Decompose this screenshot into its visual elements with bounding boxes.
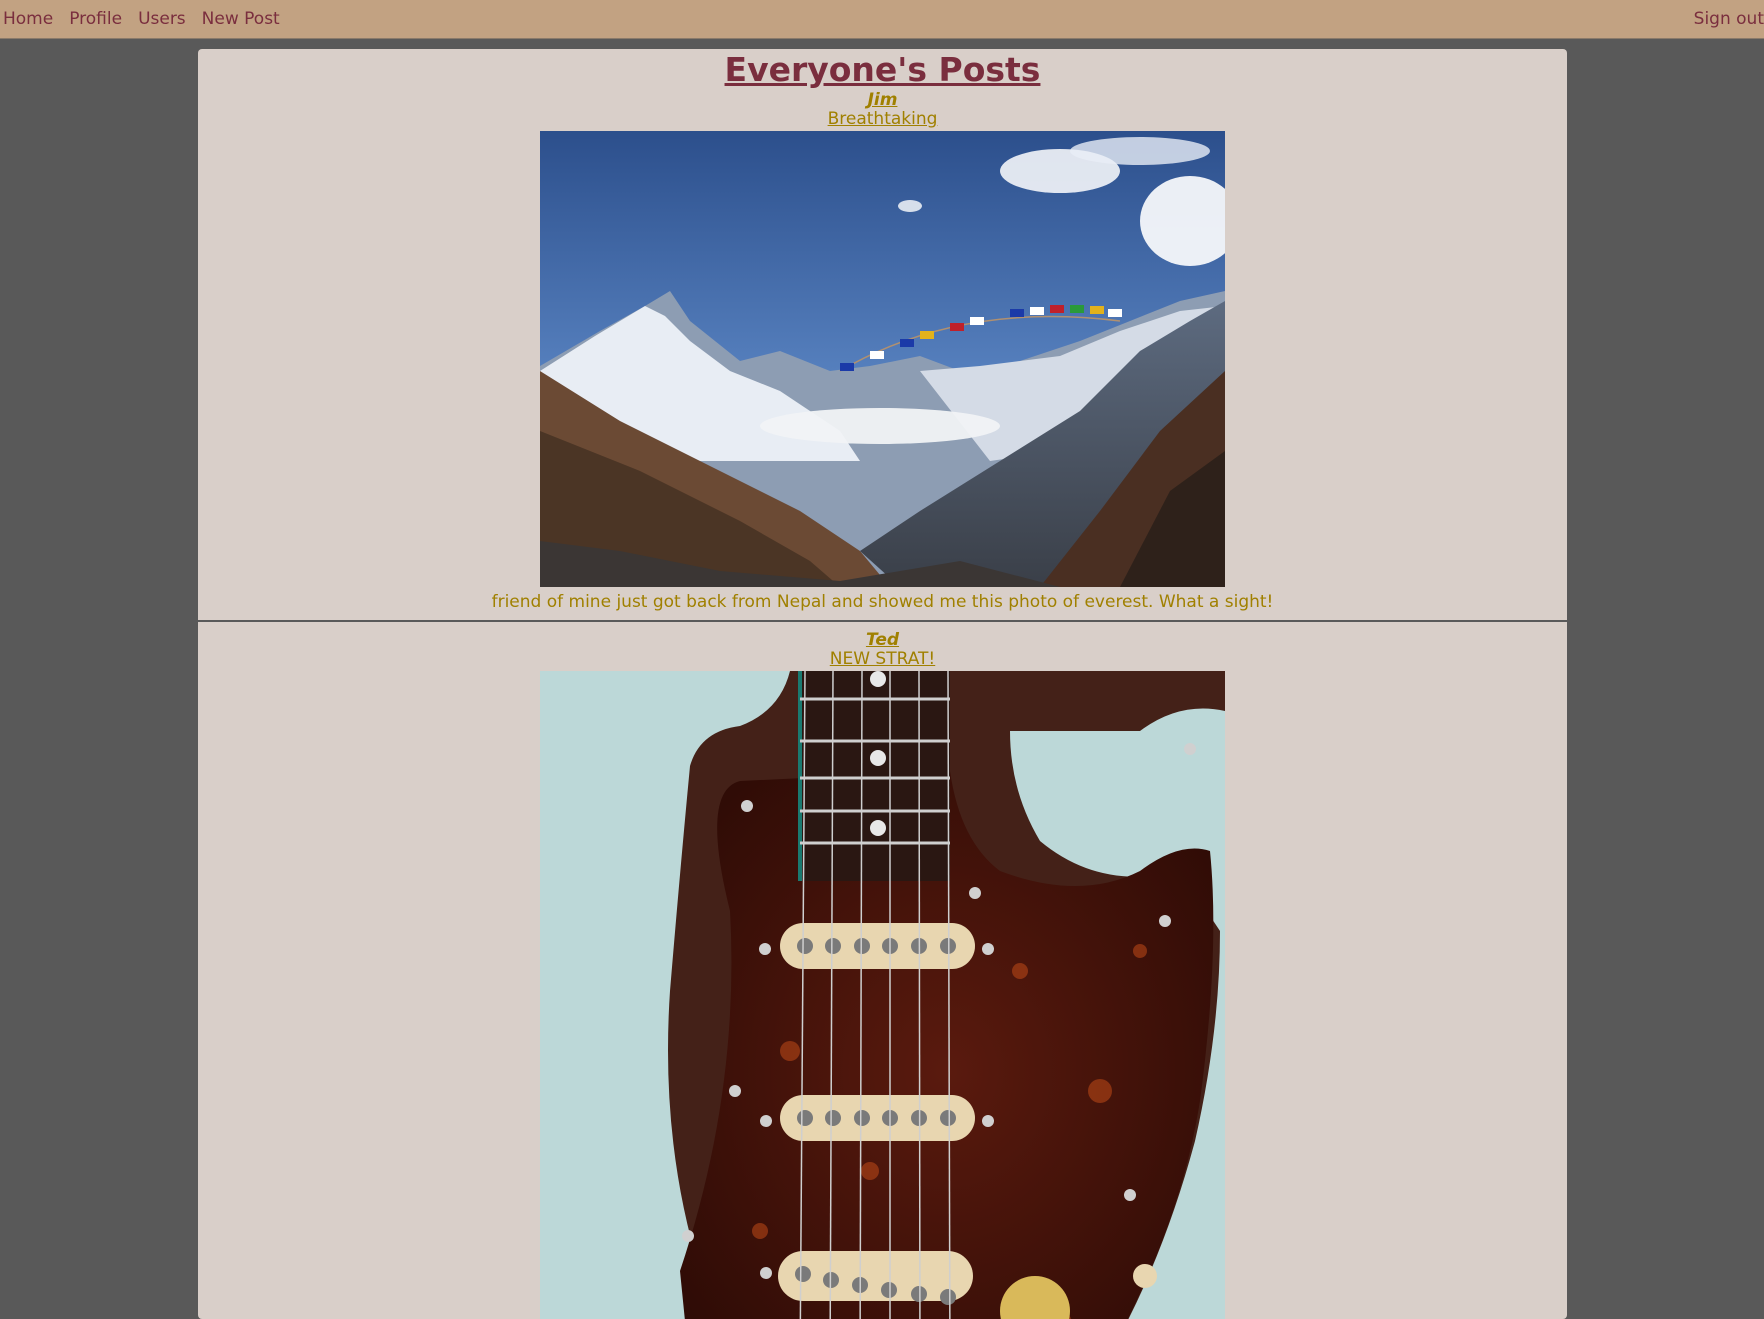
posts-feed: Everyone's Posts Jim Breathtaking friend… [198, 49, 1567, 1319]
post-card: Jim Breathtaking friend of mine just got… [198, 90, 1567, 613]
sign-out-link[interactable]: Sign out [1694, 9, 1764, 29]
post-caption: friend of mine just got back from Nepal … [491, 592, 1274, 612]
page-title: Everyone's Posts [724, 50, 1041, 89]
post-author-link[interactable]: Ted [866, 631, 899, 650]
post-card: Ted NEW STRAT! [198, 622, 1567, 1319]
nav-profile-link[interactable]: Profile [69, 9, 122, 29]
post-title-link[interactable]: Breathtaking [198, 110, 1567, 129]
top-navbar: Home Profile Users New Post Sign out [0, 0, 1764, 39]
post-image-mountain[interactable] [540, 131, 1225, 587]
nav-home-link[interactable]: Home [3, 9, 53, 29]
nav-new-post-link[interactable]: New Post [202, 9, 280, 29]
nav-users-link[interactable]: Users [138, 9, 186, 29]
nav-links: Home Profile Users New Post [0, 9, 296, 29]
nav-right: Sign out [1694, 9, 1764, 29]
post-title-link[interactable]: NEW STRAT! [198, 650, 1567, 669]
post-image-guitar[interactable] [540, 671, 1225, 1319]
post-author-link[interactable]: Jim [868, 91, 898, 110]
